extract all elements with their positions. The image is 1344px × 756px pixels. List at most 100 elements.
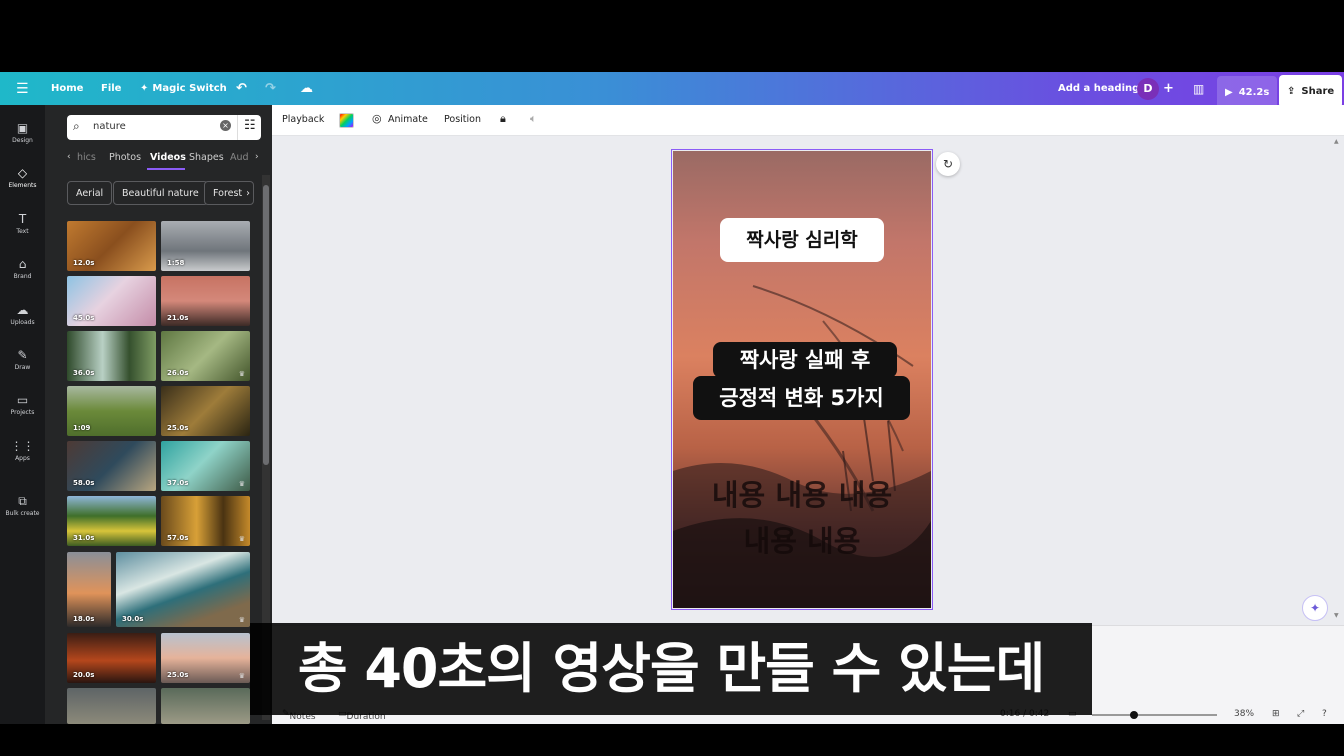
video-thumbnail[interactable]	[161, 688, 250, 724]
design-body-line1[interactable]: 내용 내용 내용	[680, 472, 924, 514]
rail-uploads[interactable]: ☁ Uploads	[0, 295, 45, 335]
video-thumbnail[interactable]: 58.0s	[67, 441, 156, 491]
video-duration: 57.0s	[167, 534, 189, 542]
cloud-save-icon[interactable]: ☁	[300, 72, 313, 105]
zoom-level[interactable]: 38%	[1234, 709, 1254, 719]
volume-icon[interactable]: 🔈︎	[530, 112, 537, 126]
rail-text[interactable]: T Text	[0, 204, 45, 244]
video-thumbnail[interactable]: 12.0s	[67, 221, 156, 271]
video-thumbnail[interactable]: 57.0s ♛	[161, 496, 250, 546]
fullscreen-icon[interactable]: ⤢	[1297, 709, 1304, 719]
video-subtitle: 총 40초의 영상을 만들 수 있는데	[297, 637, 1045, 700]
filter-icon[interactable]: ☷	[244, 118, 256, 133]
video-thumbnail[interactable]: 20.0s	[67, 633, 156, 683]
chip-forest[interactable]: Forest ›	[204, 181, 254, 205]
magic-switch-button[interactable]: ✦ Magic Switch	[140, 72, 227, 105]
tab-graphics[interactable]: hics	[77, 152, 96, 163]
design-body-line2[interactable]: 내용 내용	[680, 518, 924, 560]
design-headline-line2[interactable]: 긍정적 변화 5가지	[693, 376, 910, 420]
animate-button[interactable]: Animate	[388, 114, 428, 125]
video-thumbnail[interactable]: 25.0s ♛	[161, 633, 250, 683]
panel-scroll-thumb[interactable]	[263, 185, 269, 465]
rail-label: Text	[16, 228, 29, 235]
rail-apps[interactable]: ⋮⋮ Apps	[0, 431, 45, 471]
tab-shapes[interactable]: Shapes	[189, 152, 224, 163]
rail-draw[interactable]: ✎ Draw	[0, 340, 45, 380]
zoom-slider[interactable]	[1092, 714, 1217, 716]
rail-bulk-create[interactable]: ⧉ Bulk create	[0, 486, 45, 526]
video-duration: 21.0s	[167, 314, 189, 322]
avatar-initial: D	[1143, 82, 1153, 95]
play-duration: 42.2s	[1238, 87, 1270, 98]
video-thumbnail[interactable]	[67, 688, 156, 724]
rail-brand[interactable]: ⌂ Brand	[0, 249, 45, 289]
search-box[interactable]: ⌕ nature × ☷	[67, 115, 261, 140]
magic-assistant-icon[interactable]: ✦	[1302, 595, 1328, 621]
tabs-right-chevron-icon[interactable]: ›	[255, 152, 259, 162]
active-tab-underline	[147, 168, 185, 170]
tab-audio[interactable]: Aud	[230, 152, 249, 163]
premium-crown-icon: ♛	[238, 535, 245, 543]
grid-view-icon[interactable]: ⊞	[1272, 709, 1280, 719]
premium-crown-icon: ♛	[238, 480, 245, 488]
rail-label: Uploads	[10, 319, 35, 326]
video-thumbnail[interactable]: 21.0s	[161, 276, 250, 326]
playback-button[interactable]: Playback	[282, 114, 324, 125]
scroll-down-icon[interactable]: ▼	[1334, 612, 1339, 619]
video-duration: 45.0s	[73, 314, 95, 322]
video-duration: 25.0s	[167, 671, 189, 679]
video-thumbnail[interactable]: 45.0s	[67, 276, 156, 326]
search-input[interactable]: nature	[93, 121, 126, 132]
video-duration: 12.0s	[73, 259, 95, 267]
canvas-scrollbar[interactable]: ▲ ▼	[1334, 138, 1342, 622]
menu-icon[interactable]: ☰	[16, 72, 29, 105]
tabs-left-chevron-icon[interactable]: ‹	[67, 152, 71, 162]
file-menu[interactable]: File	[101, 72, 121, 105]
video-duration: 1:09	[73, 424, 91, 432]
search-divider	[237, 115, 238, 140]
scroll-up-icon[interactable]: ▲	[1334, 138, 1342, 145]
insights-chart-icon[interactable]: ▥	[1193, 72, 1204, 105]
share-button[interactable]: ⇪ Share	[1279, 75, 1343, 108]
video-thumbnail[interactable]: 37.0s ♛	[161, 441, 250, 491]
rail-design[interactable]: ▣ Design	[0, 113, 45, 153]
video-thumbnail[interactable]: 1:58	[161, 221, 250, 271]
color-swatch[interactable]	[339, 113, 354, 128]
design-title-text[interactable]: 짝사랑 심리학	[720, 218, 884, 262]
user-avatar[interactable]: D	[1137, 72, 1159, 105]
video-thumbnail[interactable]: 25.0s	[161, 386, 250, 436]
home-button[interactable]: Home	[51, 72, 83, 105]
rail-label: Projects	[10, 409, 35, 416]
redo-icon[interactable]: ↷	[265, 72, 276, 105]
video-thumbnail[interactable]: 26.0s ♛	[161, 331, 250, 381]
elements-icon: ◇	[17, 166, 28, 180]
video-thumbnail[interactable]: 18.0s	[67, 552, 111, 627]
lock-icon[interactable]: 🔒︎	[500, 112, 506, 126]
chip-beautiful-nature[interactable]: Beautiful nature	[113, 181, 208, 205]
position-button[interactable]: Position	[444, 114, 481, 125]
clear-search-icon[interactable]: ×	[220, 120, 231, 131]
video-thumbnail[interactable]: 1:09	[67, 386, 156, 436]
rail-label: Apps	[15, 455, 30, 462]
zoom-slider-knob[interactable]	[1130, 711, 1138, 719]
add-collaborator-icon[interactable]: +	[1163, 72, 1174, 105]
undo-icon[interactable]: ↶	[236, 72, 247, 105]
video-thumbnail[interactable]: 30.0s ♛	[116, 552, 250, 627]
premium-crown-icon: ♛	[238, 672, 245, 680]
elements-panel: ⌕ nature × ☷ ‹ hics Photos Videos Shapes…	[45, 105, 272, 724]
apps-icon: ⋮⋮	[10, 439, 35, 453]
design-headline-line1[interactable]: 짝사랑 실패 후	[713, 342, 897, 378]
rail-elements[interactable]: ◇ Elements	[0, 158, 45, 198]
tab-photos[interactable]: Photos	[109, 152, 141, 163]
rail-projects[interactable]: ▭ Projects	[0, 385, 45, 425]
video-thumbnail[interactable]: 36.0s	[67, 331, 156, 381]
text-icon: T	[18, 212, 27, 226]
help-icon[interactable]: ?	[1322, 709, 1327, 719]
share-label: Share	[1301, 86, 1335, 97]
refresh-icon[interactable]: ↻	[936, 152, 960, 176]
tab-videos[interactable]: Videos	[150, 152, 186, 163]
share-icon: ⇪	[1287, 86, 1296, 97]
chip-aerial[interactable]: Aerial	[67, 181, 113, 205]
add-heading-button[interactable]: Add a heading	[1058, 72, 1139, 105]
video-thumbnail[interactable]: 31.0s	[67, 496, 156, 546]
